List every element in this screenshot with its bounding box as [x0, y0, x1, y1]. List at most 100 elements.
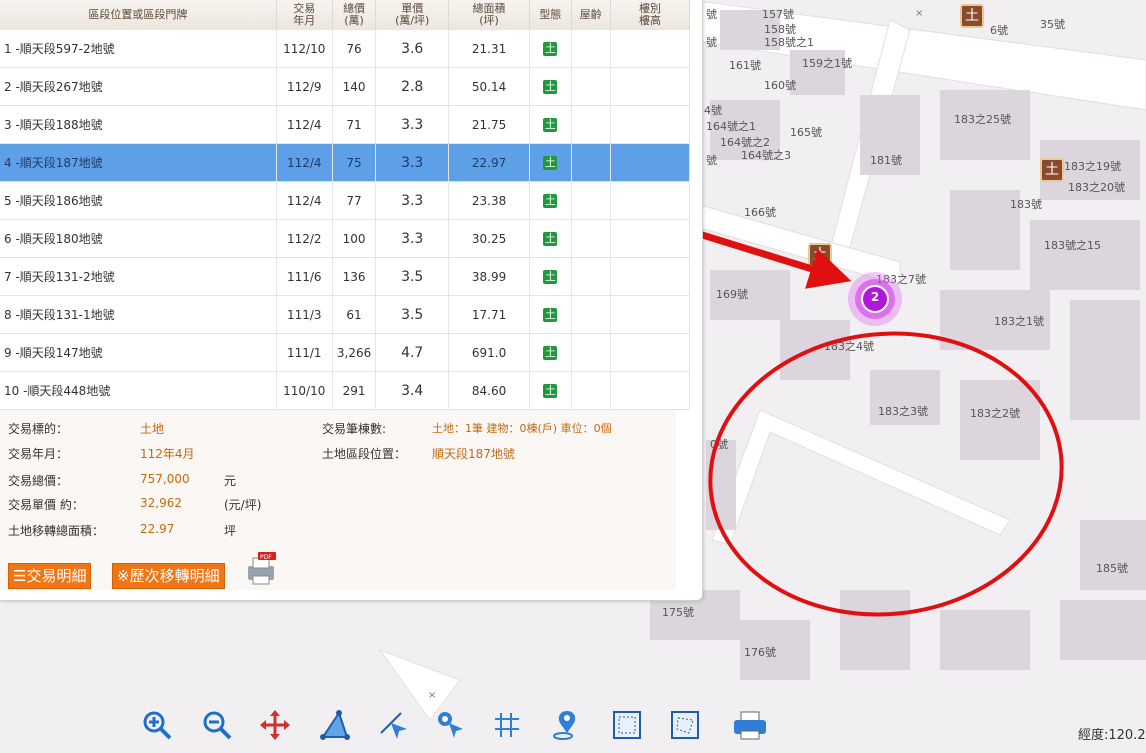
land-type-icon: 土: [543, 194, 558, 208]
cell-area: 17.71: [448, 295, 531, 334]
addr-183-19: 183之19號: [1064, 160, 1121, 173]
transaction-detail-button[interactable]: ☰交易明細: [8, 563, 92, 589]
addr-183-4: 183之4號: [824, 340, 874, 353]
col-date: 交易 年月: [276, 0, 333, 30]
addr-35: 35號: [1040, 18, 1065, 31]
addr-175: 175號: [662, 606, 694, 619]
loc-label: 土地區段位置：: [322, 447, 407, 461]
land-marker-icon[interactable]: 土: [808, 243, 832, 267]
cell-floor: [610, 67, 690, 106]
addr-159-1: 159之1號: [802, 57, 852, 70]
measure-area-icon[interactable]: [318, 708, 352, 742]
cell-age: [571, 257, 612, 296]
coordinate-readout: 經度:120.2: [1078, 728, 1146, 743]
cell-location: 6 -順天段180地號: [0, 219, 277, 258]
zoom-in-icon[interactable]: [140, 708, 174, 742]
cell-location: 3 -順天段188地號: [0, 105, 277, 144]
history-transfer-button[interactable]: ※歷次移轉明細: [112, 563, 225, 589]
addr-183-20: 183之20號: [1068, 181, 1125, 194]
select-poly-icon[interactable]: [668, 708, 702, 742]
addr-partial-3: 號: [706, 154, 717, 167]
count-label: 交易筆棟數:: [322, 422, 387, 436]
cell-floor: [610, 143, 690, 182]
total-unit: 元: [224, 474, 237, 488]
cell-type: 土: [529, 105, 572, 144]
addr-183-15: 183號之15: [1044, 239, 1101, 252]
locate-icon[interactable]: [550, 708, 584, 742]
col-type: 型態: [529, 0, 572, 30]
cell-floor: [610, 30, 690, 68]
select-rect-icon[interactable]: [610, 708, 644, 742]
table-row[interactable]: 3 -順天段188地號 112/4 71 3.3 21.75 土: [0, 105, 690, 144]
cell-floor: [610, 333, 690, 372]
cell-unit: 4.7: [375, 333, 450, 372]
table-row[interactable]: 6 -順天段180地號 112/2 100 3.3 30.25 土: [0, 219, 690, 258]
zoom-out-icon[interactable]: [200, 708, 234, 742]
cell-total: 3,266: [332, 333, 377, 372]
table-row[interactable]: 2 -順天段267地號 112/9 140 2.8 50.14 土: [0, 67, 690, 106]
parcel-icon[interactable]: [490, 708, 524, 742]
unit-label: 交易單價 約：: [8, 498, 84, 512]
land-marker-icon[interactable]: 土: [1040, 158, 1064, 182]
addr-157: 157號: [762, 8, 794, 21]
area-value: 22.97: [140, 522, 175, 536]
cell-total: 100: [332, 219, 377, 258]
unit-value: 32,962: [140, 496, 182, 510]
print-icon[interactable]: [732, 708, 766, 742]
identify-icon[interactable]: [434, 708, 468, 742]
cell-unit: 3.3: [375, 219, 450, 258]
cell-unit: 3.3: [375, 105, 450, 144]
land-type-icon: 土: [543, 384, 558, 398]
cell-unit: 3.5: [375, 257, 450, 296]
cell-total: 75: [332, 143, 377, 182]
cell-type: 土: [529, 295, 572, 334]
cell-type: 土: [529, 257, 572, 296]
cell-location: 2 -順天段267地號: [0, 67, 277, 106]
measure-distance-icon[interactable]: [376, 708, 410, 742]
cell-floor: [610, 257, 690, 296]
cell-area: 691.0: [448, 333, 531, 372]
transaction-panel: 區段位置或區段門牌 交易 年月 總價 (萬) 單價 (萬/坪) 總面積 (坪) 型態 屋…: [0, 0, 703, 601]
col-age: 屋齡: [571, 0, 612, 30]
cell-area: 21.31: [448, 30, 531, 68]
print-pdf-icon[interactable]: PDF: [244, 552, 278, 586]
table-row[interactable]: 7 -順天段131-2地號 111/6 136 3.5 38.99 土: [0, 257, 690, 296]
addr-4: 4號: [704, 104, 722, 117]
pan-icon[interactable]: [258, 708, 292, 742]
date-label: 交易年月：: [8, 447, 69, 461]
addr-6: 6號: [990, 24, 1008, 37]
cell-age: [571, 181, 612, 220]
table-row[interactable]: 4 -順天段187地號 112/4 75 3.3 22.97 土: [0, 143, 690, 182]
cell-age: [571, 295, 612, 334]
addr-166: 166號: [744, 206, 776, 219]
area-label: 土地移轉總面積：: [8, 524, 105, 538]
cell-date: 112/9: [276, 67, 333, 106]
cell-floor: [610, 219, 690, 258]
addr-176: 176號: [744, 646, 776, 659]
addr-partial-2: 號: [706, 36, 717, 49]
cell-date: 111/1: [276, 333, 333, 372]
addr-164-3: 164號之3: [741, 149, 791, 162]
cell-type: 土: [529, 333, 572, 372]
cell-unit: 2.8: [375, 67, 450, 106]
table-row[interactable]: 9 -順天段147地號 111/1 3,266 4.7 691.0 土: [0, 333, 690, 372]
table-row[interactable]: 10 -順天段448地號 110/10 291 3.4 84.60 土: [0, 371, 690, 410]
cell-total: 136: [332, 257, 377, 296]
cell-area: 21.75: [448, 105, 531, 144]
cell-date: 112/4: [276, 181, 333, 220]
land-type-icon: 土: [543, 232, 558, 246]
cell-location: 7 -順天段131-2地號: [0, 257, 277, 296]
cell-area: 30.25: [448, 219, 531, 258]
land-marker-icon[interactable]: 土: [960, 4, 984, 28]
table-row[interactable]: 1 -順天段597-2地號 112/10 76 3.6 21.31 土: [0, 30, 690, 68]
addr-165: 165號: [790, 126, 822, 139]
total-label: 交易總價：: [8, 474, 69, 488]
land-type-icon: 土: [543, 156, 558, 170]
table-row[interactable]: 5 -順天段186地號 112/4 77 3.3 23.38 土: [0, 181, 690, 220]
cell-type: 土: [529, 67, 572, 106]
cell-unit: 3.6: [375, 30, 450, 68]
table-row[interactable]: 8 -順天段131-1地號 111/3 61 3.5 17.71 土: [0, 295, 690, 334]
addr-partial-1: 號: [706, 8, 717, 21]
cell-age: [571, 67, 612, 106]
cell-location: 5 -順天段186地號: [0, 181, 277, 220]
